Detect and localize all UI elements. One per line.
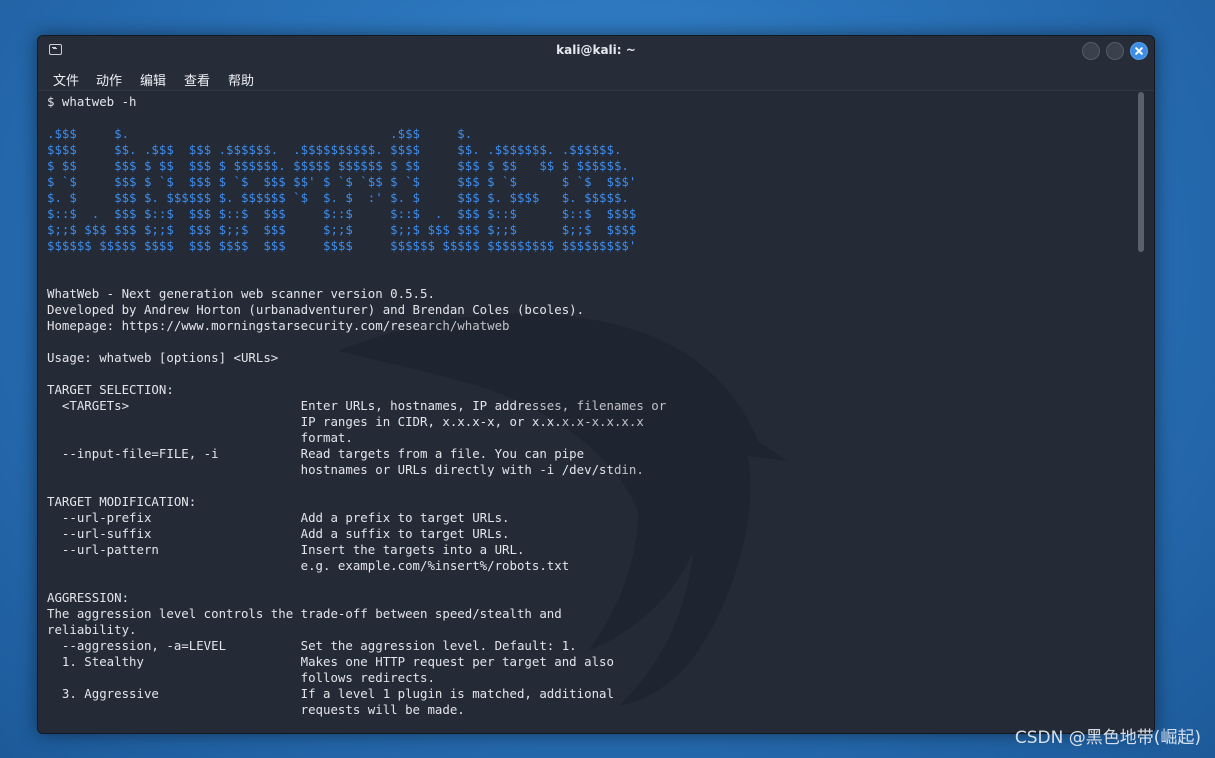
title-bar[interactable]: kali@kali: ~ bbox=[38, 36, 1154, 66]
output-line: format. bbox=[300, 430, 353, 445]
command-prompt: $ whatweb -h bbox=[47, 94, 137, 109]
scrollbar[interactable] bbox=[1138, 92, 1144, 252]
output-line: TARGET MODIFICATION: bbox=[47, 494, 197, 509]
output-line: reliability. bbox=[47, 622, 137, 637]
terminal-output[interactable]: $ whatweb -h .$$$ $. .$$$ $. $$$$ $$. .$… bbox=[38, 91, 1138, 731]
banner-line: $;;$ $$$ $$$ $;;$ $$$ $;;$ $$$ $;;$ $;;$… bbox=[47, 222, 637, 237]
output-line: TARGET SELECTION: bbox=[47, 382, 174, 397]
close-button[interactable] bbox=[1130, 42, 1148, 60]
banner-line: $$$$ $$. .$$$ $$$ .$$$$$$. .$$$$$$$$$$. … bbox=[47, 142, 622, 157]
banner-line: $ $$ $$$ $ $$ $$$ $ $$$$$$. $$$$$ $$$$$$… bbox=[47, 158, 629, 173]
menu-help[interactable]: 帮助 bbox=[228, 70, 254, 89]
whatweb-ascii-banner: .$$$ $. .$$$ $. $$$$ $$. .$$$ $$$ .$$$$$… bbox=[38, 126, 1138, 254]
menu-edit[interactable]: 编辑 bbox=[140, 70, 166, 89]
terminal-window: kali@kali: ~ 文件 动作 编辑 查看 帮助 $ whatweb -h… bbox=[37, 35, 1155, 734]
banner-line: $$$$$$ $$$$$ $$$$ $$$ $$$$ $$$ $$$$ $$$$… bbox=[47, 238, 637, 253]
minimize-button[interactable] bbox=[1082, 42, 1100, 60]
banner-line: .$$$ $. .$$$ $. bbox=[47, 126, 473, 141]
menu-bar: 文件 动作 编辑 查看 帮助 bbox=[38, 66, 1154, 91]
maximize-button[interactable] bbox=[1106, 42, 1124, 60]
banner-line: $::$ . $$$ $::$ $$$ $::$ $$$ $::$ $::$ .… bbox=[47, 206, 637, 221]
csdn-watermark: CSDN @黑色地带(崛起) bbox=[1014, 728, 1201, 748]
window-title: kali@kali: ~ bbox=[556, 43, 636, 57]
menu-action[interactable]: 动作 bbox=[96, 70, 122, 89]
banner-line: $. $ $$$ $. $$$$$$ $. $$$$$$ `$ $. $ :' … bbox=[47, 190, 629, 205]
output-line: AGGRESSION: bbox=[47, 590, 130, 605]
kali-dragon-watermark-icon bbox=[338, 313, 788, 706]
menu-file[interactable]: 文件 bbox=[53, 70, 79, 89]
banner-line: $ `$ $$$ $ `$ $$$ $ `$ $$$ $$' $ `$ `$$ … bbox=[47, 174, 637, 189]
output-line: Usage: whatweb [options] <URLs> bbox=[47, 350, 279, 365]
menu-view[interactable]: 查看 bbox=[184, 70, 210, 89]
